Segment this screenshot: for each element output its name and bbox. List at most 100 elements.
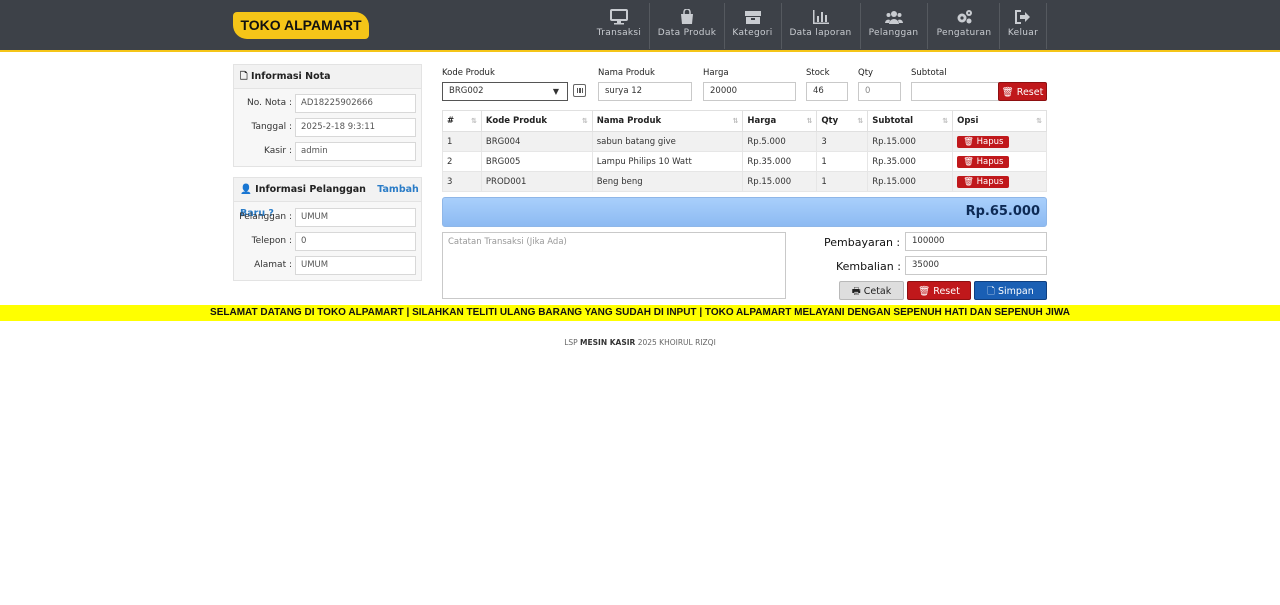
cetak-label: Cetak: [863, 286, 892, 297]
alamat-field[interactable]: UMUM: [295, 256, 416, 275]
nav-divider: [781, 3, 782, 49]
nav-data-produk[interactable]: Data Produk: [655, 0, 719, 46]
col-header-label: Kode Produk: [485, 116, 548, 126]
caret-down-icon: ▼: [552, 87, 559, 96]
grand-total-bar: Rp.65.000: [442, 197, 1047, 227]
printer-icon: 🖶: [851, 286, 861, 297]
pelanggan-field[interactable]: UMUM: [295, 208, 416, 227]
bar-chart-icon: [812, 10, 829, 24]
nav-keluar[interactable]: Keluar: [1003, 0, 1043, 46]
barcode-scan-icon[interactable]: [573, 84, 586, 97]
alamat-row: Alamat : UMUM: [234, 256, 422, 276]
payment-reset-button[interactable]: 🗑 Reset: [907, 281, 971, 300]
cell-opsi: 🗑 Hapus: [952, 131, 1047, 152]
sort-icon: ⇅: [732, 117, 739, 125]
trash-icon: 🗑: [1001, 87, 1014, 98]
nama-produk-label: Nama Produk: [598, 68, 655, 78]
col-header-qty[interactable]: Qty ⇅: [816, 110, 869, 132]
nota-no-label: No. Nota :: [247, 98, 292, 108]
footer-prefix: LSP: [564, 338, 578, 347]
footer: LSP MESIN KASIR 2025 KHOIRUL RIZQI: [0, 338, 1280, 347]
pelanggan-panel: 👤 Informasi Pelanggan Tambah Baru ? Pela…: [233, 177, 422, 281]
sign-out-icon: [1015, 10, 1030, 24]
nav-divider: [649, 3, 650, 49]
sort-icon: ⇅: [806, 117, 813, 125]
nav-divider: [860, 3, 861, 49]
col-header-label: Subtotal: [872, 116, 914, 126]
hapus-button[interactable]: 🗑 Hapus: [957, 135, 1010, 148]
col-header-kode[interactable]: Kode Produk ⇅: [480, 110, 593, 132]
nav-kategori[interactable]: Kategori: [729, 0, 776, 46]
cell-harga: Rp.5.000: [742, 131, 818, 152]
hapus-button[interactable]: 🗑 Hapus: [957, 155, 1010, 168]
simpan-label: Simpan: [997, 286, 1034, 297]
hapus-button[interactable]: 🗑 Hapus: [957, 175, 1010, 188]
nav-label: Data Produk: [657, 28, 717, 38]
telepon-field[interactable]: 0: [295, 232, 416, 251]
cetak-button[interactable]: 🖶 Cetak: [839, 281, 904, 300]
subtotal-label: Subtotal: [911, 68, 947, 78]
cell-harga: Rp.35.000: [742, 151, 818, 172]
col-header-label: Qty: [821, 116, 839, 126]
cell-no: 1: [442, 131, 482, 152]
cell-subtotal: Rp.35.000: [867, 151, 954, 172]
cart-table: # ⇅ Kode Produk ⇅ Nama Produk ⇅ Harga ⇅ Qty ⇅…: [442, 110, 1047, 192]
brand-logo[interactable]: TOKO ALPAMART: [233, 12, 369, 39]
shopping-bag-icon: [681, 9, 693, 24]
telepon-row: Telepon : 0: [234, 232, 422, 252]
nav-pengaturan[interactable]: Pengaturan: [933, 0, 995, 46]
cell-opsi: 🗑 Hapus: [952, 151, 1047, 172]
col-header-subtotal[interactable]: Subtotal ⇅: [867, 110, 954, 132]
pembayaran-input[interactable]: 100000: [905, 232, 1047, 251]
qty-input[interactable]: 0: [858, 82, 901, 101]
document-icon: 🗋: [240, 71, 248, 82]
nav-transaksi[interactable]: Transaksi: [594, 0, 644, 46]
trash-icon: 🗑: [918, 286, 931, 297]
nota-panel: 🗋 Informasi Nota No. Nota : AD1822590266…: [233, 64, 422, 167]
stock-input[interactable]: 46: [806, 82, 848, 101]
col-header-nama[interactable]: Nama Produk ⇅: [591, 110, 744, 132]
pelanggan-label: Pelanggan :: [239, 212, 292, 222]
nota-tanggal-label: Tanggal :: [251, 122, 292, 132]
file-icon: 🗋: [987, 286, 995, 297]
table-row: 1 BRG004 sabun batang give Rp.5.000 3 Rp…: [442, 131, 1047, 152]
payment-reset-label: Reset: [933, 286, 960, 297]
qty-label: Qty: [858, 68, 874, 78]
col-header-label: Harga: [747, 116, 777, 126]
cell-nama: sabun batang give: [591, 131, 744, 152]
subtotal-input[interactable]: [911, 82, 999, 101]
nama-produk-input[interactable]: surya 12: [598, 82, 692, 101]
kode-produk-select[interactable]: BRG002 ▼: [442, 82, 568, 101]
welcome-marquee: SELAMAT DATANG DI TOKO ALPAMART | SILAHK…: [0, 305, 1280, 321]
sort-icon: ⇅: [942, 117, 949, 125]
col-header-no[interactable]: # ⇅: [442, 110, 482, 132]
nota-no-row: No. Nota : AD18225902666: [234, 94, 422, 114]
transaction-notes-textarea[interactable]: Catatan Transaksi (Jika Ada): [442, 232, 786, 299]
cell-no: 2: [442, 151, 482, 172]
nota-kasir-field[interactable]: admin: [295, 142, 416, 161]
nota-no-field[interactable]: AD18225902666: [295, 94, 416, 113]
cell-subtotal: Rp.15.000: [867, 131, 954, 152]
harga-input[interactable]: 20000: [703, 82, 796, 101]
boxes-icon: [744, 11, 761, 24]
nota-tanggal-field[interactable]: 2025-2-18 9:3:11: [295, 118, 416, 137]
monitor-icon: [610, 9, 628, 25]
nav-data-laporan[interactable]: Data laporan: [787, 0, 854, 46]
users-icon: [884, 11, 903, 24]
nav-divider: [999, 3, 1000, 49]
col-header-harga[interactable]: Harga ⇅: [742, 110, 818, 132]
cart-table-header-row: # ⇅ Kode Produk ⇅ Nama Produk ⇅ Harga ⇅ Qty ⇅…: [442, 110, 1047, 132]
cell-opsi: 🗑 Hapus: [952, 171, 1047, 192]
col-header-label: Opsi: [957, 116, 979, 126]
nav-pelanggan[interactable]: Pelanggan: [865, 0, 922, 46]
simpan-button[interactable]: 🗋 Simpan: [974, 281, 1047, 300]
sort-icon: ⇅: [471, 117, 477, 125]
telepon-label: Telepon :: [251, 236, 292, 246]
stock-label: Stock: [806, 68, 830, 78]
kembalian-input[interactable]: 35000: [905, 256, 1047, 275]
entry-reset-button[interactable]: 🗑 Reset: [998, 82, 1047, 101]
nav-label: Kategori: [732, 28, 773, 38]
col-header-opsi[interactable]: Opsi ⇅: [952, 110, 1047, 132]
nota-panel-header: 🗋 Informasi Nota: [234, 65, 421, 89]
cell-harga: Rp.15.000: [742, 171, 818, 192]
